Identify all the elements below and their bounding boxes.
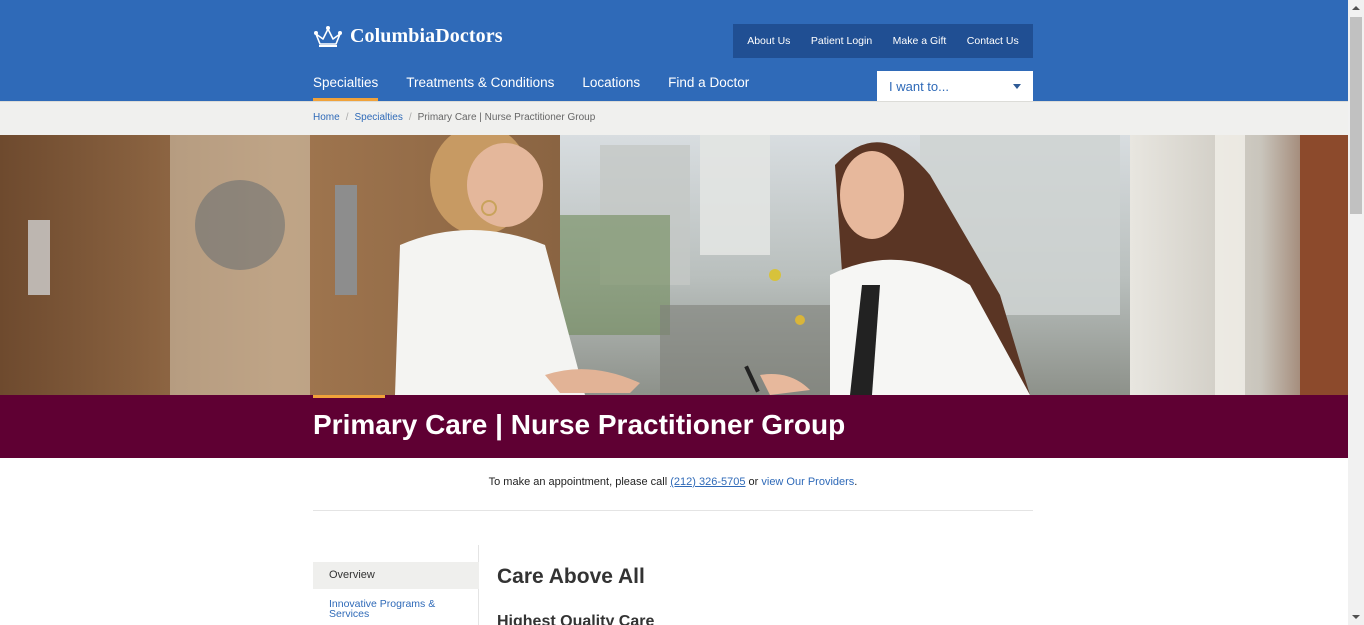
nav-locations[interactable]: Locations	[582, 75, 640, 101]
breadcrumb-specialties[interactable]: Specialties	[354, 112, 402, 123]
i-want-to-label: I want to...	[889, 78, 949, 94]
subsection-title: Highest Quality Care	[497, 613, 655, 625]
hero-photo-clinicians	[0, 135, 1348, 395]
site-header: ColumbiaDoctors About Us Patient Login M…	[0, 0, 1348, 101]
title-band: Primary Care | Nurse Practitioner Group	[0, 395, 1348, 458]
arrow-up-icon	[1352, 6, 1360, 10]
patient-login-link[interactable]: Patient Login	[811, 35, 872, 47]
scroll-up-button[interactable]	[1348, 0, 1364, 16]
divider	[313, 510, 1033, 511]
arrow-down-icon	[1352, 615, 1360, 619]
make-a-gift-link[interactable]: Make a Gift	[893, 35, 947, 47]
breadcrumb-current: Primary Care | Nurse Practitioner Group	[417, 112, 596, 123]
breadcrumb-separator: /	[408, 112, 412, 123]
appointment-text-after: .	[854, 476, 858, 488]
breadcrumb: Home / Specialties / Primary Care | Nurs…	[313, 112, 595, 123]
breadcrumb-bar: Home / Specialties / Primary Care | Nurs…	[0, 101, 1348, 135]
nav-find-a-doctor[interactable]: Find a Doctor	[668, 75, 749, 101]
main-nav: Specialties Treatments & Conditions Loca…	[313, 75, 777, 101]
logo[interactable]: ColumbiaDoctors	[313, 24, 503, 48]
about-us-link[interactable]: About Us	[747, 35, 790, 47]
logo-text: ColumbiaDoctors	[350, 24, 503, 47]
side-nav-overview[interactable]: Overview	[313, 562, 479, 589]
appointment-message: To make an appointment, please call (212…	[313, 476, 1033, 488]
nav-specialties[interactable]: Specialties	[313, 75, 379, 101]
side-nav: Overview Innovative Programs & Services	[313, 545, 479, 625]
hero-image	[0, 135, 1348, 395]
scroll-thumb[interactable]	[1350, 17, 1362, 214]
utility-nav: About Us Patient Login Make a Gift Conta…	[733, 24, 1033, 58]
scroll-down-button[interactable]	[1348, 609, 1364, 625]
contact-us-link[interactable]: Contact Us	[967, 35, 1019, 47]
appointment-text-before: To make an appointment, please call	[488, 476, 671, 488]
scrollbar[interactable]	[1348, 0, 1364, 625]
view-providers-link[interactable]: view Our Providers	[761, 476, 854, 488]
chevron-down-icon	[1013, 83, 1021, 89]
title-accent-bar	[313, 395, 385, 398]
nav-treatments-conditions[interactable]: Treatments & Conditions	[406, 75, 554, 101]
breadcrumb-home[interactable]: Home	[313, 112, 340, 123]
appointment-text-middle: or	[745, 476, 762, 488]
section-title: Care Above All	[497, 565, 645, 588]
i-want-to-dropdown[interactable]: I want to...	[877, 71, 1033, 101]
side-nav-innovative-programs[interactable]: Innovative Programs & Services	[329, 599, 469, 620]
crown-icon	[314, 26, 342, 47]
breadcrumb-separator: /	[345, 112, 349, 123]
page-title: Primary Care | Nurse Practitioner Group	[313, 409, 846, 440]
phone-link[interactable]: (212) 326-5705	[670, 476, 745, 488]
